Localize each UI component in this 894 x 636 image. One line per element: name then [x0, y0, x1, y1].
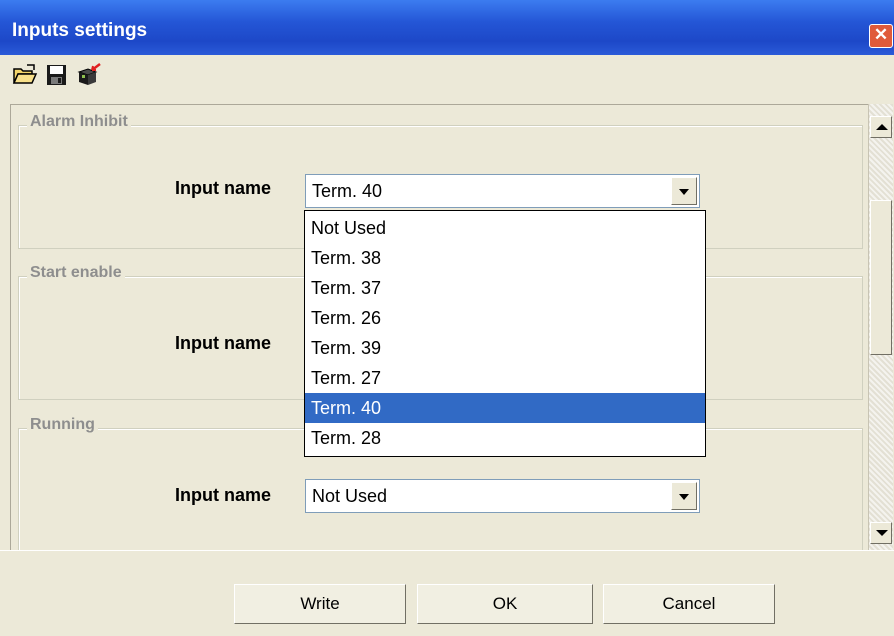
input-name-dropdown-list[interactable]: Not Used Term. 38 Term. 37 Term. 26 Term…	[304, 210, 706, 457]
export-box-icon[interactable]	[76, 63, 102, 87]
group-legend: Start enable	[27, 264, 125, 282]
cancel-button[interactable]: Cancel	[603, 584, 775, 624]
scroll-thumb[interactable]	[870, 200, 892, 355]
group-legend: Running	[27, 416, 98, 434]
close-icon: ✕	[873, 25, 889, 44]
dropdown-option[interactable]: Term. 26	[305, 303, 705, 333]
inputs-settings-window: Inputs settings ✕ Alarm Inhibit Input na…	[0, 0, 894, 636]
write-button[interactable]: Write	[234, 584, 406, 624]
input-name-label: Input name	[175, 178, 272, 198]
combo-value: Not Used	[312, 486, 388, 506]
combo-value: Term. 40	[312, 181, 383, 201]
arrow-up-icon	[876, 124, 888, 130]
input-name-label: Input name	[175, 485, 272, 505]
dropdown-option[interactable]: Term. 27	[305, 363, 705, 393]
ok-button-label: OK	[492, 594, 518, 613]
dropdown-option[interactable]: Term. 39	[305, 333, 705, 363]
running-input-combo[interactable]: Not Used	[305, 479, 700, 513]
open-folder-icon[interactable]	[12, 63, 38, 87]
scroll-up-button[interactable]	[870, 116, 892, 138]
ok-button[interactable]: OK	[417, 584, 593, 624]
window-title: Inputs settings	[12, 20, 148, 41]
input-name-label: Input name	[175, 333, 272, 353]
toolbar	[0, 55, 894, 97]
group-legend: Alarm Inhibit	[27, 113, 131, 131]
chevron-down-icon	[679, 494, 689, 500]
alarm-inhibit-input-combo[interactable]: Term. 40	[305, 174, 700, 208]
chevron-down-icon	[679, 189, 689, 195]
dropdown-option[interactable]: Not Used	[305, 213, 705, 243]
scroll-down-button[interactable]	[870, 522, 892, 544]
dropdown-option[interactable]: Term. 28	[305, 423, 705, 453]
close-button[interactable]: ✕	[869, 24, 893, 48]
vertical-scrollbar[interactable]	[868, 104, 893, 550]
save-floppy-icon[interactable]	[44, 63, 70, 87]
write-button-label: Write	[300, 594, 340, 613]
cancel-button-label: Cancel	[662, 594, 716, 613]
dropdown-button[interactable]	[671, 177, 697, 205]
dropdown-button[interactable]	[671, 482, 697, 510]
dropdown-option[interactable]: Term. 37	[305, 273, 705, 303]
arrow-down-icon	[876, 530, 888, 536]
dropdown-option-selected[interactable]: Term. 40	[305, 393, 705, 423]
title-bar[interactable]: Inputs settings ✕	[0, 0, 894, 55]
dropdown-option[interactable]: Term. 38	[305, 243, 705, 273]
